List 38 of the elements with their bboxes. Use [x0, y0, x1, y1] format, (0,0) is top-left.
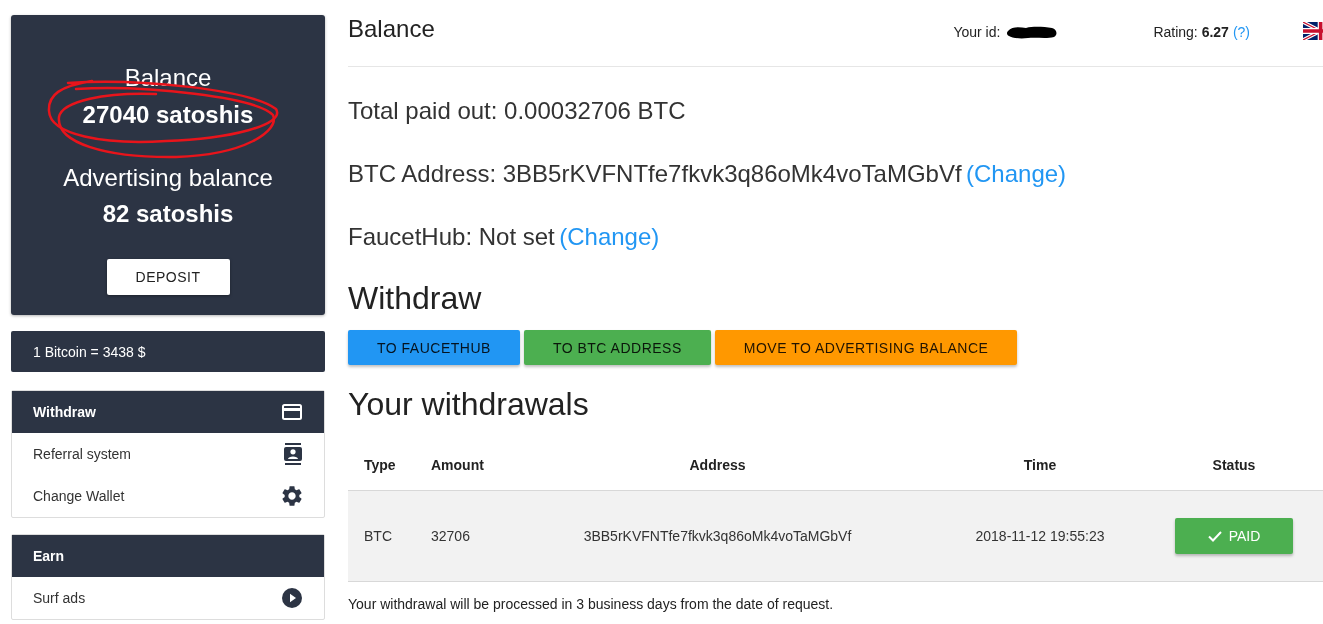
- table-cell: 32706: [431, 528, 470, 544]
- deposit-button[interactable]: DEPOSIT: [106, 259, 230, 295]
- withdraw-option-button[interactable]: TO BTC ADDRESS: [523, 330, 711, 365]
- summary-text: BTC Address: 3BB5rKVFNTfe7fkvk3q86oMk4voTaMGbVf: [348, 160, 962, 187]
- menu-item[interactable]: Change Wallet: [12, 475, 324, 517]
- withdraw-option-button[interactable]: MOVE TO ADVERTISING BALANCE: [714, 330, 1018, 365]
- withdraw-option-button[interactable]: TO FAUCETHUB: [348, 330, 520, 365]
- column-header: Time: [1023, 457, 1057, 473]
- exchange-rate-bar: 1 Bitcoin = 3438 $: [11, 331, 325, 372]
- advertising-balance-amount: 82 satoshis: [102, 199, 234, 229]
- uk-flag-icon[interactable]: [1303, 22, 1323, 40]
- settings-gear-icon: [282, 486, 302, 506]
- menu-header[interactable]: Earn: [12, 535, 324, 577]
- withdrawal-note: Your withdrawal will be processed in 3 business days from the date of request.: [348, 596, 834, 613]
- column-header: Address: [689, 457, 746, 473]
- credit-card-icon: [282, 404, 302, 420]
- summary-text: FaucetHub: Not set: [348, 223, 555, 250]
- table-cell: 3BB5rKVFNTfe7fkvk3q86oMk4voTaMGbVf: [583, 528, 852, 544]
- column-header: Amount: [431, 457, 484, 473]
- play-circle-icon: [282, 588, 302, 608]
- advertising-balance-label: Advertising balance: [63, 163, 273, 193]
- section-heading: Your withdrawals: [348, 385, 589, 423]
- rating-text: Rating: 6.27: [1153, 24, 1229, 40]
- column-header: Status: [1212, 457, 1256, 473]
- balance-amount: 27040 satoshis: [82, 100, 254, 130]
- column-header: Type: [364, 457, 396, 473]
- menu-item[interactable]: Surf ads: [12, 577, 324, 619]
- table-cell: 2018-11-12 19:55:23: [975, 528, 1105, 544]
- table-cell: BTC: [364, 528, 392, 544]
- menu-item[interactable]: Referral system: [12, 433, 324, 475]
- menu-header[interactable]: Withdraw: [12, 391, 324, 433]
- check-icon: [1207, 530, 1222, 542]
- section-heading: Withdraw: [348, 279, 482, 317]
- user-id-label: Your id:: [953, 24, 1001, 40]
- redaction-scribble: [1006, 25, 1059, 39]
- contact-card-icon: [284, 443, 302, 465]
- page-title: Balance: [348, 15, 435, 43]
- summary-text: Total paid out: 0.00032706 BTC: [348, 97, 686, 124]
